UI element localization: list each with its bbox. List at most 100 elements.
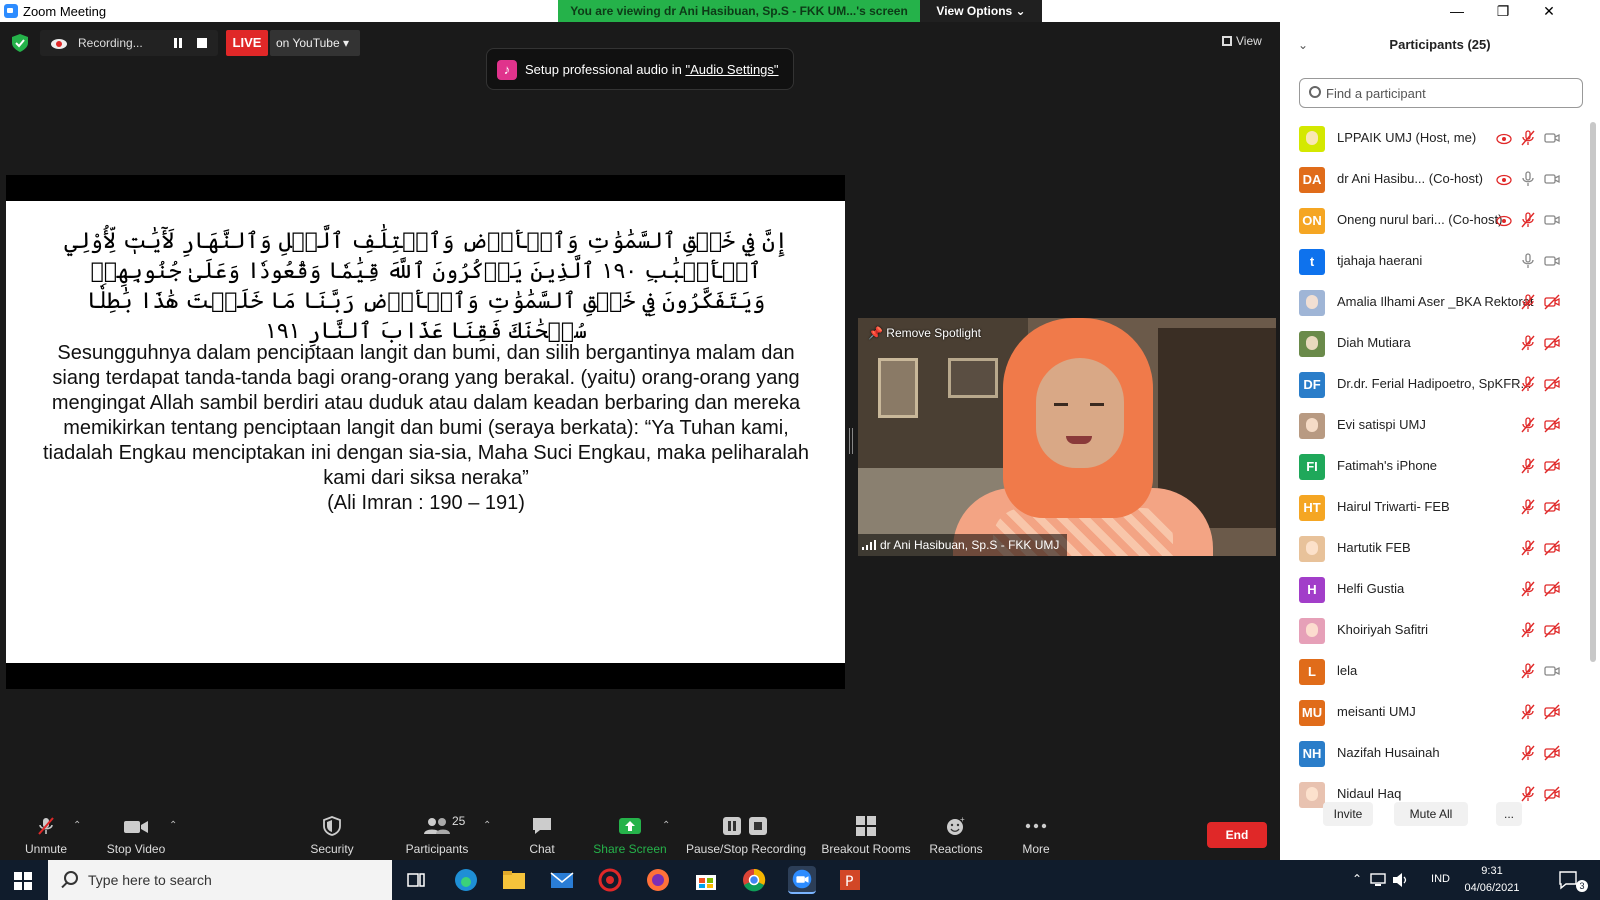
- muted-mic-icon[interactable]: [1520, 581, 1536, 597]
- tray-chevron-icon[interactable]: ⌃: [1352, 872, 1362, 886]
- participant-row[interactable]: Llela: [1280, 651, 1590, 692]
- spotlight-video[interactable]: 📌 Remove Spotlight dr Ani Hasibuan, Sp.S…: [858, 318, 1276, 556]
- close-button[interactable]: ✕: [1526, 0, 1572, 22]
- video-icon[interactable]: [1544, 212, 1560, 228]
- microsoft-store-icon[interactable]: [692, 866, 720, 894]
- clock-time[interactable]: 9:31: [1462, 865, 1522, 877]
- participant-row[interactable]: t tjahaja haerani: [1280, 241, 1590, 282]
- restore-button[interactable]: ❐: [1480, 0, 1526, 22]
- participant-row[interactable]: Khoiriyah Safitri: [1280, 610, 1590, 651]
- video-off-icon[interactable]: [1544, 294, 1560, 310]
- panel-more-button[interactable]: ...: [1496, 802, 1522, 826]
- zoom-taskbar-icon[interactable]: [788, 866, 816, 894]
- security-button[interactable]: Security: [300, 806, 364, 860]
- view-menu-button[interactable]: View: [1222, 34, 1262, 48]
- reactions-button[interactable]: + Reactions: [924, 806, 988, 860]
- participant-row[interactable]: LPPAIK UMJ (Host, me): [1280, 118, 1590, 159]
- firefox-icon[interactable]: [644, 866, 672, 894]
- encryption-shield-icon[interactable]: [12, 34, 28, 52]
- participants-options-caret[interactable]: ⌃: [483, 820, 493, 831]
- security-app-icon[interactable]: [596, 866, 624, 894]
- find-participant-field[interactable]: [1299, 78, 1583, 108]
- video-off-icon[interactable]: [1544, 540, 1560, 556]
- more-button[interactable]: More: [1004, 806, 1068, 860]
- participant-row[interactable]: Hartutik FEB: [1280, 528, 1590, 569]
- mic-icon[interactable]: [1520, 171, 1536, 187]
- participant-row[interactable]: Evi satispi UMJ: [1280, 405, 1590, 446]
- muted-mic-icon[interactable]: [1520, 786, 1536, 802]
- stop-recording-icon[interactable]: [196, 37, 208, 49]
- participant-row[interactable]: MU meisanti UMJ: [1280, 692, 1590, 733]
- input-language[interactable]: IND: [1431, 873, 1450, 885]
- file-explorer-icon[interactable]: [500, 866, 528, 894]
- edge-browser-icon[interactable]: [452, 866, 480, 894]
- pause-recording-icon[interactable]: [172, 37, 184, 49]
- muted-mic-icon[interactable]: [1520, 130, 1536, 146]
- end-meeting-button[interactable]: End: [1207, 822, 1267, 848]
- participant-row[interactable]: ON Oneng nurul bari... (Co-host): [1280, 200, 1590, 241]
- muted-mic-icon[interactable]: [1520, 622, 1536, 638]
- muted-mic-icon[interactable]: [1520, 417, 1536, 433]
- mic-icon[interactable]: [1520, 253, 1536, 269]
- invite-button[interactable]: Invite: [1323, 802, 1373, 826]
- video-off-icon[interactable]: [1544, 376, 1560, 392]
- network-icon[interactable]: [1370, 872, 1388, 888]
- minimize-button[interactable]: —: [1434, 0, 1480, 22]
- video-off-icon[interactable]: [1544, 622, 1560, 638]
- chrome-icon[interactable]: [740, 866, 768, 894]
- muted-mic-icon[interactable]: [1520, 540, 1536, 556]
- participant-row[interactable]: NH Nazifah Husainah: [1280, 733, 1590, 774]
- stop-video-button[interactable]: Stop Video: [100, 806, 172, 860]
- share-screen-button[interactable]: Share Screen: [592, 806, 668, 860]
- muted-mic-icon[interactable]: [1520, 704, 1536, 720]
- muted-mic-icon[interactable]: [1520, 376, 1536, 392]
- muted-mic-icon[interactable]: [1520, 499, 1536, 515]
- clock-date[interactable]: 04/06/2021: [1452, 882, 1532, 894]
- muted-mic-icon[interactable]: [1520, 294, 1536, 310]
- pause-stop-recording-button[interactable]: Pause/Stop Recording: [686, 806, 806, 860]
- chat-button[interactable]: Chat: [510, 806, 574, 860]
- split-view-handle[interactable]: [849, 428, 853, 454]
- participants-button[interactable]: Participants: [392, 806, 482, 860]
- video-icon[interactable]: [1544, 663, 1560, 679]
- audio-settings-link[interactable]: "Audio Settings": [685, 62, 778, 77]
- participant-row[interactable]: HT Hairul Triwarti- FEB: [1280, 487, 1590, 528]
- share-options-caret[interactable]: ⌃: [662, 820, 672, 831]
- participant-row[interactable]: Diah Mutiara: [1280, 323, 1590, 364]
- mute-all-button[interactable]: Mute All: [1394, 802, 1468, 826]
- muted-mic-icon[interactable]: [1520, 458, 1536, 474]
- volume-icon[interactable]: [1392, 872, 1410, 888]
- video-off-icon[interactable]: [1544, 335, 1560, 351]
- participant-row[interactable]: Amalia Ilhami Aser _BKA Rektorat: [1280, 282, 1590, 323]
- video-off-icon[interactable]: [1544, 704, 1560, 720]
- windows-start-icon[interactable]: [14, 872, 32, 890]
- remove-spotlight-button[interactable]: 📌 Remove Spotlight: [868, 326, 981, 340]
- task-view-icon[interactable]: [402, 866, 430, 894]
- video-off-icon[interactable]: [1544, 581, 1560, 597]
- video-icon[interactable]: [1544, 171, 1560, 187]
- video-off-icon[interactable]: [1544, 499, 1560, 515]
- mail-icon[interactable]: [548, 866, 576, 894]
- video-off-icon[interactable]: [1544, 417, 1560, 433]
- video-icon[interactable]: [1544, 253, 1560, 269]
- video-icon[interactable]: [1544, 130, 1560, 146]
- participant-row[interactable]: DF Dr.dr. Ferial Hadipoetro, SpKFR...: [1280, 364, 1590, 405]
- participants-scrollbar[interactable]: [1590, 122, 1596, 662]
- video-off-icon[interactable]: [1544, 786, 1560, 802]
- muted-mic-icon[interactable]: [1520, 663, 1536, 679]
- participant-row[interactable]: DA dr Ani Hasibu... (Co-host): [1280, 159, 1590, 200]
- live-destination-dropdown[interactable]: on YouTube ▾: [270, 30, 360, 56]
- audio-options-caret[interactable]: ⌃: [73, 820, 83, 831]
- breakout-rooms-button[interactable]: Breakout Rooms: [820, 806, 912, 860]
- taskbar-search-box[interactable]: Type here to search: [48, 860, 392, 900]
- powerpoint-icon[interactable]: P: [836, 866, 864, 894]
- video-options-caret[interactable]: ⌃: [169, 820, 179, 831]
- muted-mic-icon[interactable]: [1520, 335, 1536, 351]
- video-off-icon[interactable]: [1544, 458, 1560, 474]
- muted-mic-icon[interactable]: [1520, 745, 1536, 761]
- participant-row[interactable]: FI Fatimah's iPhone: [1280, 446, 1590, 487]
- unmute-button[interactable]: Unmute: [14, 806, 78, 860]
- view-options-button[interactable]: View Options ⌄: [920, 0, 1042, 22]
- muted-mic-icon[interactable]: [1520, 212, 1536, 228]
- find-participant-input[interactable]: [1326, 83, 1576, 103]
